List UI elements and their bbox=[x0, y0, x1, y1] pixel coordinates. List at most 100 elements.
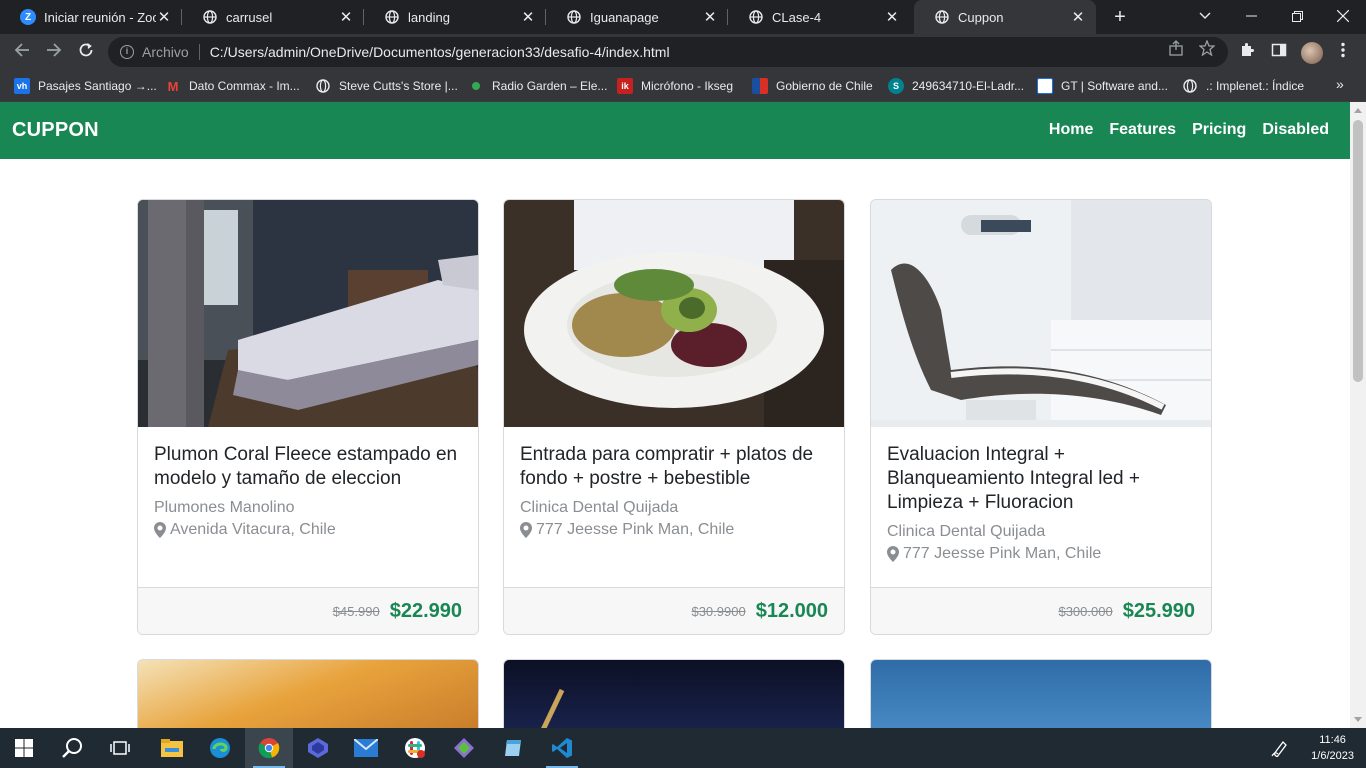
address-bar[interactable]: i Archivo C:/Users/admin/OneDrive/Docume… bbox=[108, 37, 1228, 67]
file-explorer-icon[interactable] bbox=[148, 728, 196, 768]
close-window-icon[interactable] bbox=[1320, 0, 1366, 32]
search-icon[interactable] bbox=[48, 728, 96, 768]
card-title[interactable]: Entrada para compratir + platos de fondo… bbox=[520, 443, 830, 491]
bookmark-item[interactable]: Gobierno de Chile bbox=[752, 77, 873, 95]
side-panel-icon[interactable] bbox=[1269, 42, 1289, 62]
nav-pricing[interactable]: Pricing bbox=[1192, 121, 1246, 139]
back-icon[interactable] bbox=[10, 40, 34, 64]
gt-icon bbox=[1037, 78, 1053, 94]
reload-icon[interactable] bbox=[74, 40, 98, 64]
bookmark-label: Pasajes Santiago →... bbox=[38, 79, 157, 93]
git-icon[interactable] bbox=[440, 728, 488, 768]
restore-icon[interactable] bbox=[1274, 0, 1320, 32]
bookmark-label: Radio Garden – Ele... bbox=[492, 79, 608, 93]
card-store: Clinica Dental Quijada bbox=[887, 523, 1046, 540]
bookmark-item[interactable]: GT | Software and... bbox=[1037, 77, 1168, 95]
nav-links: Home Features Pricing Disabled bbox=[1049, 121, 1329, 139]
globe-icon bbox=[748, 9, 764, 25]
profile-avatar[interactable] bbox=[1301, 42, 1323, 64]
windows-start-icon[interactable] bbox=[0, 728, 48, 768]
bookmark-item[interactable]: .: Implenet.: Índice bbox=[1182, 77, 1304, 95]
globe-icon bbox=[384, 9, 400, 25]
coupon-card[interactable]: Plumon Coral Fleece estampado en modelo … bbox=[137, 199, 479, 635]
globe-icon bbox=[1182, 78, 1198, 94]
tab-clase-4[interactable]: CLase-4 ✕ bbox=[728, 0, 910, 34]
site-brand[interactable]: CUPPON bbox=[12, 119, 99, 142]
clock-date: 1/6/2023 bbox=[1311, 750, 1354, 762]
tab-carrusel[interactable]: carrusel ✕ bbox=[182, 0, 364, 34]
night-photo[interactable] bbox=[503, 659, 845, 728]
bookmark-label: Dato Commax - Im... bbox=[189, 79, 300, 93]
forward-icon[interactable] bbox=[42, 40, 66, 64]
new-tab-button[interactable]: + bbox=[1108, 5, 1132, 29]
card-location: Avenida Vitacura, Chile bbox=[154, 521, 464, 539]
info-icon[interactable]: i bbox=[120, 45, 134, 59]
bookmark-label: Steve Cutts's Store |... bbox=[339, 79, 458, 93]
system-clock[interactable]: 11:46 1/6/2023 bbox=[1311, 732, 1354, 764]
old-price: $300.000 bbox=[1058, 603, 1113, 619]
gmail-icon: M bbox=[167, 78, 179, 94]
close-icon[interactable]: ✕ bbox=[156, 8, 172, 26]
bookmark-label: .: Implenet.: Índice bbox=[1206, 79, 1305, 93]
minimize-icon[interactable] bbox=[1228, 0, 1274, 32]
extensions-icon[interactable] bbox=[1237, 42, 1257, 62]
globe-icon bbox=[566, 9, 582, 25]
tab-landing[interactable]: landing ✕ bbox=[364, 0, 546, 34]
share-icon[interactable] bbox=[1166, 40, 1186, 60]
card-title[interactable]: Plumon Coral Fleece estampado en modelo … bbox=[154, 443, 464, 491]
globe-icon bbox=[202, 9, 218, 25]
nav-home[interactable]: Home bbox=[1049, 121, 1093, 139]
bookmarks-bar: vh Pasajes Santiago →... M Dato Commax -… bbox=[0, 70, 1366, 102]
dental-chair-photo bbox=[871, 200, 1211, 427]
bookmark-item[interactable]: M Dato Commax - Im... bbox=[165, 77, 300, 95]
coupon-card[interactable]: Evaluacion Integral + Blanqueamiento Int… bbox=[870, 199, 1212, 635]
tab-search-icon[interactable] bbox=[1182, 0, 1228, 32]
chrome-icon[interactable] bbox=[245, 728, 293, 768]
slack-icon[interactable] bbox=[391, 728, 439, 768]
coupon-card[interactable]: Entrada para compratir + platos de fondo… bbox=[503, 199, 845, 635]
pen-icon[interactable] bbox=[1262, 728, 1298, 768]
card-body: Plumon Coral Fleece estampado en modelo … bbox=[154, 443, 464, 539]
scroll-up-icon[interactable] bbox=[1354, 108, 1362, 113]
nav-features[interactable]: Features bbox=[1109, 121, 1176, 139]
url-text[interactable]: C:/Users/admin/OneDrive/Documentos/gener… bbox=[210, 44, 670, 60]
bookmark-item[interactable]: S 249634710-El-Ladr... bbox=[888, 77, 1024, 95]
card-title[interactable]: Evaluacion Integral + Blanqueamiento Int… bbox=[887, 443, 1197, 515]
tab-cuppon[interactable]: Cuppon ✕ bbox=[914, 0, 1096, 34]
bookmark-label: Micrófono - Ikseg bbox=[641, 79, 734, 93]
app-icon[interactable] bbox=[294, 728, 342, 768]
bookmark-item[interactable]: ik Micrófono - Ikseg bbox=[617, 77, 733, 95]
bookmark-label: 249634710-El-Ladr... bbox=[912, 79, 1025, 93]
close-icon[interactable]: ✕ bbox=[884, 8, 900, 26]
card-location-text: 777 Jeesse Pink Man, Chile bbox=[536, 521, 735, 538]
sky-photo[interactable] bbox=[870, 659, 1212, 728]
site-navbar: CUPPON Home Features Pricing Disabled bbox=[0, 102, 1350, 159]
scribd-icon: S bbox=[888, 78, 904, 94]
close-icon[interactable]: ✕ bbox=[1070, 8, 1086, 26]
new-price: $12.000 bbox=[755, 599, 828, 622]
bookmark-star-icon[interactable] bbox=[1197, 39, 1217, 60]
notepad-icon[interactable] bbox=[489, 728, 537, 768]
close-icon[interactable]: ✕ bbox=[520, 8, 536, 26]
scroll-down-icon[interactable] bbox=[1354, 717, 1362, 722]
ikseg-icon: ik bbox=[617, 78, 633, 94]
close-icon[interactable]: ✕ bbox=[702, 8, 718, 26]
card-body: Entrada para compratir + platos de fondo… bbox=[520, 443, 830, 539]
scrollbar-thumb[interactable] bbox=[1353, 120, 1363, 382]
food-photo[interactable] bbox=[137, 659, 479, 728]
bookmark-item[interactable]: Radio Garden – Ele... bbox=[468, 77, 607, 95]
nav-disabled[interactable]: Disabled bbox=[1262, 121, 1329, 139]
card-footer: $30.9900 $12.000 bbox=[504, 587, 844, 634]
task-view-icon[interactable] bbox=[96, 728, 144, 768]
tab-zoom[interactable]: Z Iniciar reunión - Zoom ✕ bbox=[0, 0, 182, 34]
bookmark-item[interactable]: Steve Cutts's Store |... bbox=[315, 77, 458, 95]
bookmark-item[interactable]: vh Pasajes Santiago →... bbox=[14, 77, 157, 95]
vscode-icon[interactable] bbox=[538, 728, 586, 768]
edge-icon[interactable] bbox=[196, 728, 244, 768]
more-bookmarks-button[interactable]: » bbox=[1336, 76, 1344, 92]
close-icon[interactable]: ✕ bbox=[338, 8, 354, 26]
menu-icon[interactable] bbox=[1333, 42, 1353, 62]
tab-iguanapage[interactable]: Iguanapage ✕ bbox=[546, 0, 728, 34]
mail-icon[interactable] bbox=[342, 728, 390, 768]
page-scrollbar[interactable] bbox=[1350, 102, 1366, 728]
